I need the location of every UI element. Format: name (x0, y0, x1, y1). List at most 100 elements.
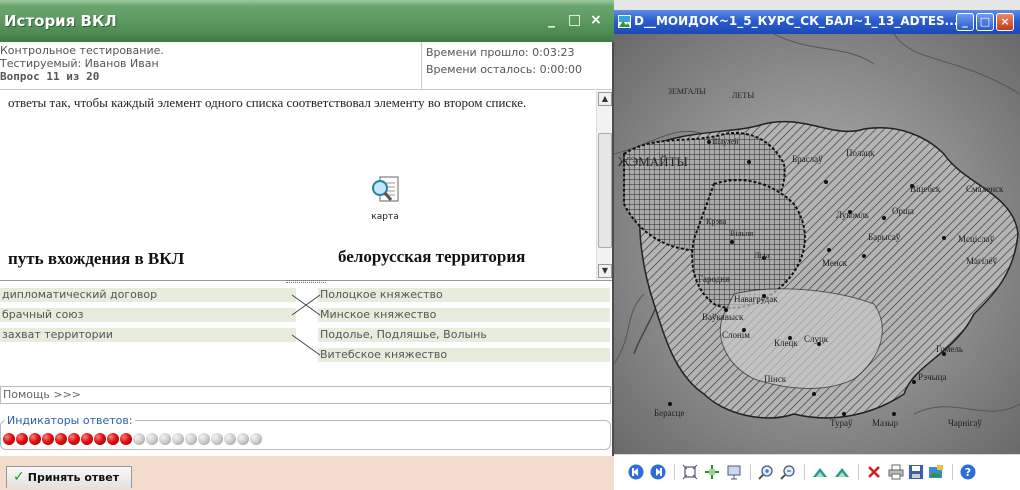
map-label: Слуцк (804, 334, 829, 344)
viewer-title: D__МОИДОК~1_5_КУРС_СК_БАЛ~1_13_ADTES... (634, 14, 959, 28)
help-toggle[interactable]: Помощь >>> (0, 386, 611, 404)
match-connector-lines (291, 294, 321, 356)
map-label: Полацк (846, 148, 875, 158)
map-label: Менск (822, 258, 848, 268)
map-link[interactable]: карта (360, 173, 410, 222)
map-label: Пінск (764, 374, 787, 384)
map-label: Смаленск (966, 184, 1004, 194)
matching-area: дипломатический договор брачный союз зах… (0, 283, 614, 383)
zoom-in-icon[interactable] (758, 464, 774, 480)
test-titlebar[interactable]: История ВКЛ _ □ × (0, 0, 614, 42)
zoom-out-icon[interactable] (780, 464, 796, 480)
map-label: Ваўкавыск (702, 312, 744, 322)
left-column-heading: путь вхождения в ВКЛ (8, 249, 185, 268)
connector-line (291, 334, 321, 356)
svg-text:?: ? (965, 466, 971, 479)
question-text: ответы так, чтобы каждый элемент одного … (8, 95, 527, 110)
slideshow-icon[interactable] (726, 464, 742, 480)
save-icon[interactable] (908, 464, 924, 480)
map-image: ЗЕМГАЛЫ ЛЕТЫ ЖЭМАЙТЫ Шаулей Браслаў Пола… (614, 34, 1020, 454)
toolbar-separator (952, 464, 953, 480)
map-label: Тураў (830, 418, 853, 428)
previous-image-icon[interactable] (628, 464, 644, 480)
viewer-titlebar[interactable]: D__МОИДОК~1_5_КУРС_СК_БАЛ~1_13_ADTES... … (614, 10, 1020, 34)
map-label: Шаулей (712, 137, 739, 146)
map-label: Клецк (774, 338, 798, 348)
map-label: Слонім (722, 330, 750, 340)
timer-panel: Времени прошло: 0:03:23 Времени осталось… (421, 42, 614, 90)
viewer-minimize-button[interactable]: _ (956, 13, 974, 31)
answered-indicator (68, 433, 80, 445)
image-file-icon (618, 15, 631, 28)
answered-indicator (55, 433, 67, 445)
question-area: ответы так, чтобы каждый элемент одного … (0, 91, 614, 281)
map-label: Мсціслаў (958, 234, 995, 244)
map-label: ЖЭМАЙТЫ (618, 154, 688, 169)
map-label: Ліда (754, 251, 770, 260)
viewer-maximize-button[interactable]: □ (976, 13, 994, 31)
answer-indicators: Индикаторы ответов: (0, 414, 611, 450)
map-label: Браслаў (792, 154, 823, 164)
actual-size-icon[interactable] (704, 464, 720, 480)
map-label: Магілёў (966, 256, 998, 266)
time-remaining: Времени осталось: 0:00:00 (426, 63, 583, 76)
maximize-button[interactable]: □ (568, 12, 581, 28)
map-label: Берасце (654, 408, 684, 418)
best-fit-icon[interactable] (682, 464, 698, 480)
map-label: Рэчыца (918, 372, 946, 382)
rotate-clockwise-icon[interactable] (812, 464, 828, 480)
map-label: Лукомль (836, 210, 869, 220)
minimize-button[interactable]: _ (548, 12, 555, 28)
test-taker: Тестируемый: Иванов Иван (0, 57, 159, 70)
map-label: Мазыр (872, 418, 899, 428)
viewer-close-button[interactable]: × (996, 13, 1014, 31)
image-viewer-window: D__МОИДОК~1_5_КУРС_СК_БАЛ~1_13_ADTES... … (614, 0, 1020, 490)
next-image-icon[interactable] (650, 464, 666, 480)
accept-answer-button[interactable]: ✓ Принять ответ (6, 466, 132, 488)
unanswered-indicator (198, 433, 210, 445)
historical-map: ЗЕМГАЛЫ ЛЕТЫ ЖЭМАЙТЫ Шаулей Браслаў Пола… (614, 34, 1020, 454)
rotate-counterclockwise-icon[interactable] (834, 464, 850, 480)
test-info: Контрольное тестирование. Тестируемый: И… (0, 44, 420, 83)
question-scrollbar[interactable]: ▲ ▼ (596, 91, 612, 280)
answered-indicator (107, 433, 119, 445)
toolbar-separator (858, 464, 859, 480)
toolbar-separator (804, 464, 805, 480)
unanswered-indicator (159, 433, 171, 445)
unanswered-indicator (224, 433, 236, 445)
indicators-legend: Индикаторы ответов: (5, 414, 135, 427)
scroll-down-button[interactable]: ▼ (598, 264, 612, 278)
unanswered-indicator (185, 433, 197, 445)
checkmark-icon: ✓ (13, 469, 25, 485)
answered-indicator (16, 433, 28, 445)
map-label: Навагрудак (734, 294, 778, 304)
answered-indicator (81, 433, 93, 445)
print-icon[interactable] (888, 464, 904, 480)
answered-indicator (29, 433, 41, 445)
magnifier-document-icon[interactable] (368, 173, 402, 207)
map-label: Барысаў (868, 232, 901, 242)
test-window: История ВКЛ _ □ × Контрольное тестирован… (0, 0, 614, 490)
toolbar-separator (750, 464, 751, 480)
map-label: ЗЕМГАЛЫ (668, 87, 706, 96)
unanswered-indicator (133, 433, 145, 445)
delete-icon[interactable] (866, 464, 882, 480)
viewer-top-strip (614, 0, 1020, 10)
map-link-label[interactable]: карта (360, 212, 410, 222)
map-label: Вільня (730, 229, 753, 238)
map-label: ЛЕТЫ (732, 91, 754, 100)
scroll-thumb[interactable] (598, 133, 612, 248)
edit-image-icon[interactable] (928, 464, 944, 480)
answered-indicator (42, 433, 54, 445)
close-button[interactable]: × (590, 12, 602, 28)
answered-indicator (3, 433, 15, 445)
question-counter: Вопрос 11 из 20 (0, 70, 100, 83)
map-label: Гомель (936, 344, 963, 354)
test-type: Контрольное тестирование. (0, 44, 164, 57)
accept-answer-label: Принять ответ (27, 471, 120, 484)
info-panel: Контрольное тестирование. Тестируемый: И… (0, 42, 614, 90)
map-label: Чарнігаў (948, 418, 982, 428)
unanswered-indicator (172, 433, 184, 445)
help-icon[interactable]: ? (960, 464, 976, 480)
scroll-up-button[interactable]: ▲ (598, 92, 612, 106)
